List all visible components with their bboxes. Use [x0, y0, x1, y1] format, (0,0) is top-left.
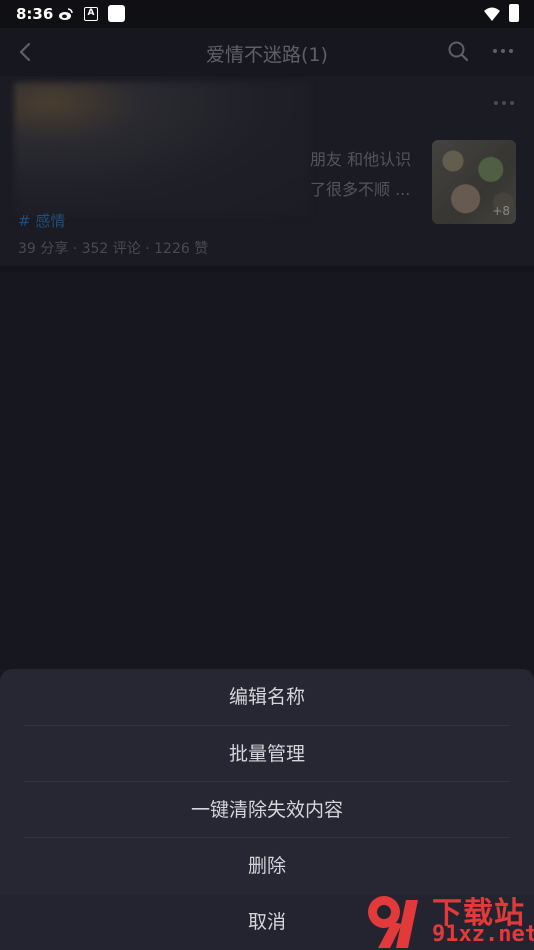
divider [0, 266, 534, 272]
card-more-icon[interactable] [492, 98, 516, 108]
weibo-icon [59, 8, 73, 20]
notification-square-icon [108, 5, 125, 22]
batch-manage-option[interactable]: 批量管理 [0, 726, 534, 782]
battery-icon [509, 4, 519, 22]
edit-name-option[interactable]: 编辑名称 [0, 669, 534, 725]
post-card[interactable]: 朋友 和他认识 了很多不顺 ... +8 # 感情 39 分享 · 352 评论… [0, 76, 534, 266]
post-excerpt-line-2: 了很多不顺 ... [310, 180, 411, 199]
post-excerpt-line-1: 朋友 和他认识 [310, 150, 412, 169]
blurred-content [14, 82, 310, 216]
status-bar: 8:36 A [0, 0, 534, 28]
status-time: 8:36 [16, 5, 54, 23]
top-app-bar: 爱情不迷路(1) [0, 28, 534, 76]
topic-tag[interactable]: # 感情 [18, 210, 65, 231]
post-stats: 39 分享 · 352 评论 · 1226 赞 [18, 241, 209, 257]
search-icon[interactable] [446, 39, 470, 63]
post-thumbnail[interactable]: +8 [432, 140, 516, 224]
notification-a-icon: A [84, 7, 98, 21]
site-watermark: 下载站 91xz.net [362, 886, 534, 950]
more-options-icon[interactable] [490, 39, 516, 63]
clear-invalid-option[interactable]: 一键清除失效内容 [0, 782, 534, 838]
wifi-icon [484, 7, 500, 21]
action-sheet: 编辑名称 批量管理 一键清除失效内容 删除 [0, 669, 534, 895]
watermark-text-en: 91xz.net [432, 922, 534, 947]
watermark-logo-icon [368, 896, 418, 948]
image-count-badge: +8 [492, 204, 510, 218]
